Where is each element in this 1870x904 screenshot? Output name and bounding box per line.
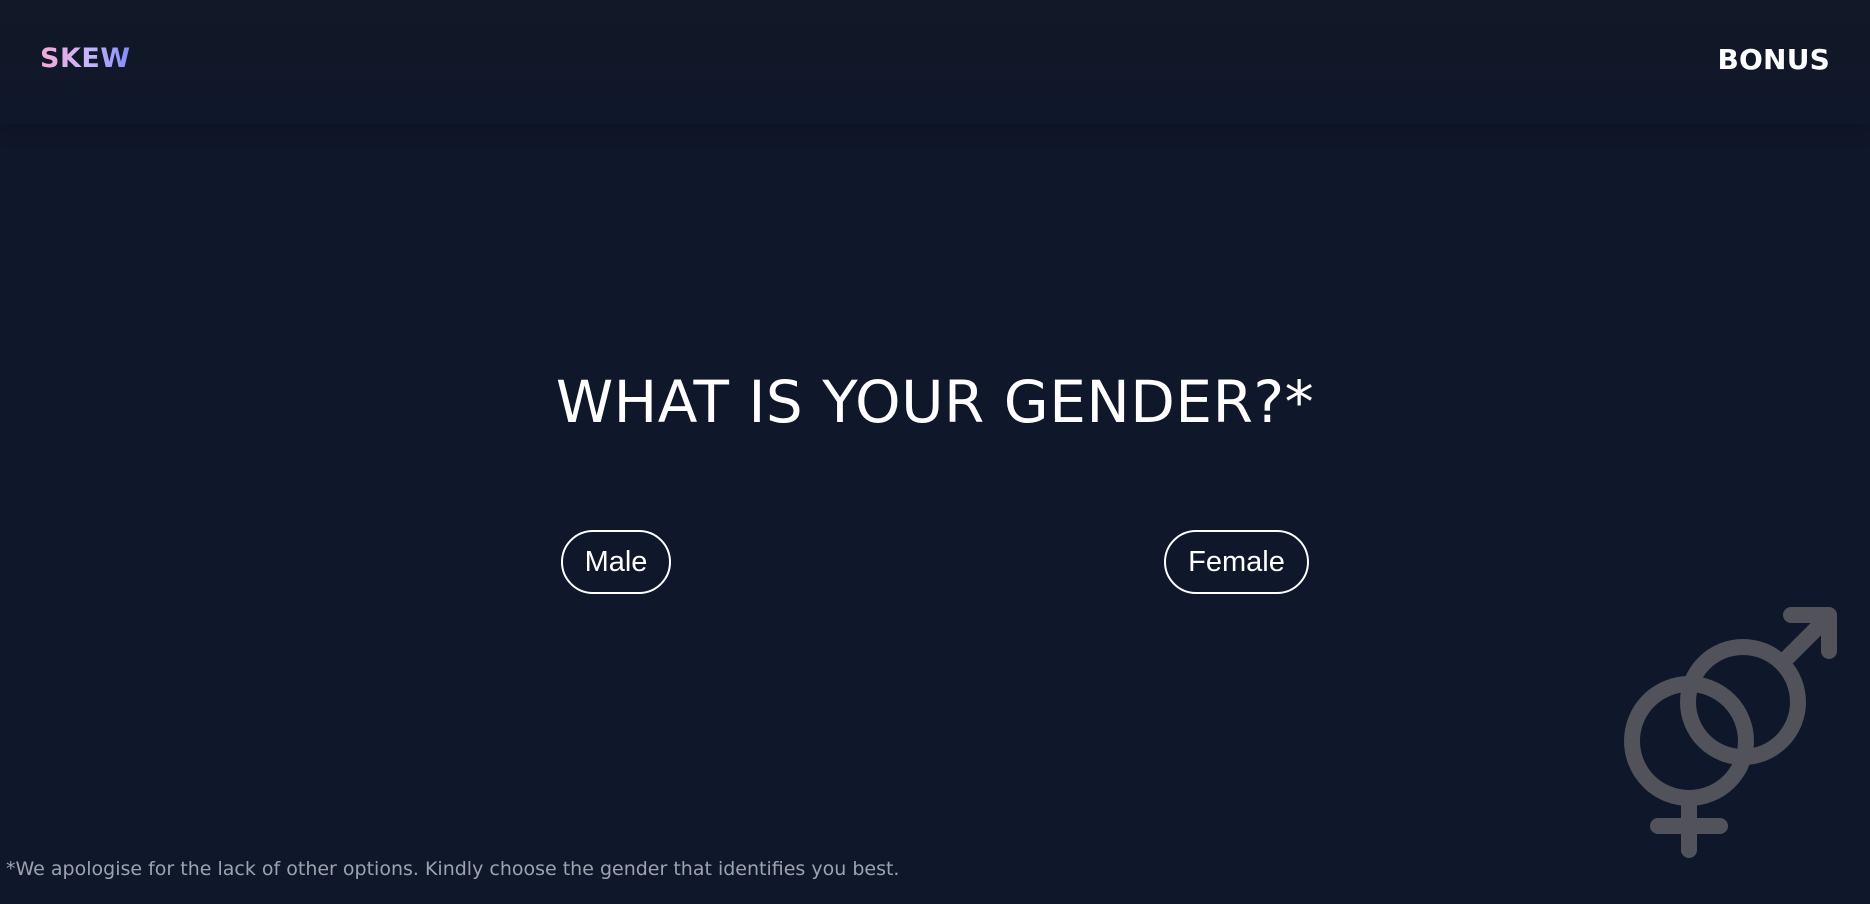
gender-question-heading: WHAT IS YOUR GENDER?* (555, 368, 1315, 436)
female-option-button[interactable]: Female (1164, 530, 1309, 594)
gender-symbols-icon (1624, 607, 1837, 858)
male-option-button[interactable]: Male (561, 530, 671, 594)
bonus-link[interactable]: BONUS (1718, 43, 1830, 76)
site-logo[interactable]: SKEW (40, 43, 131, 74)
gender-options-footnote: *We apologise for the lack of other opti… (6, 858, 900, 880)
site-header: SKEW BONUS (0, 0, 1870, 124)
page: SKEW BONUS WHAT IS YOUR GENDER?* Male Fe… (0, 0, 1870, 904)
